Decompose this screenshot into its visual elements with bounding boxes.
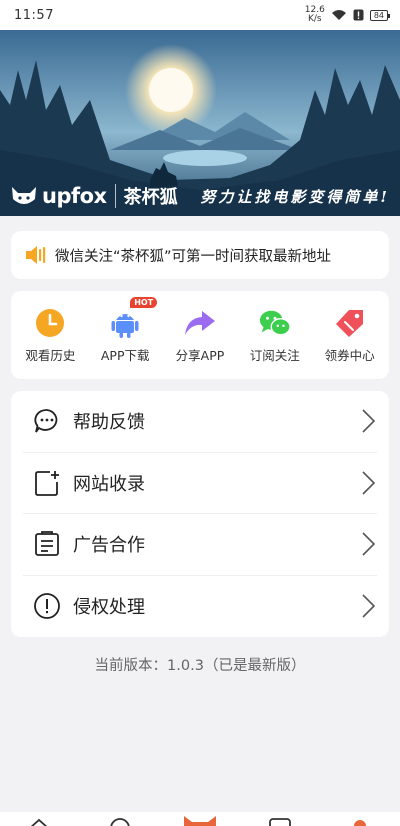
- menu-item-label: 帮助反馈: [73, 412, 145, 434]
- search-tab-icon[interactable]: [108, 816, 132, 826]
- network-speed: 12.6 K/s: [304, 5, 325, 24]
- home-tab-icon[interactable]: [28, 816, 50, 826]
- status-icons: 12.6 K/s 84: [304, 5, 391, 24]
- share-arrow-icon: [184, 307, 216, 339]
- quick-action-coupon[interactable]: 领券中心: [314, 307, 386, 364]
- quick-action-label: APP下载: [100, 347, 150, 363]
- settings-menu: 帮助反馈 网站收录 广告合作 侵权处理: [11, 391, 389, 637]
- quick-action-label: 订阅关注: [249, 347, 300, 363]
- chevron-right-icon: [362, 471, 376, 495]
- coupon-icon: [334, 307, 366, 339]
- status-time: 11:57: [14, 7, 54, 23]
- chevron-right-icon: [362, 532, 376, 556]
- brand-bar: upfox 茶杯狐 努力让找电影变得简单!: [0, 176, 400, 216]
- brand-slogan: 努力让找电影变得简单!: [200, 187, 390, 206]
- quick-actions: 观看历史 HOT APP下载 分享APP 订阅关注 领券中心: [11, 291, 389, 379]
- quick-action-download[interactable]: HOT APP下载: [89, 296, 161, 364]
- menu-item-help-feedback[interactable]: 帮助反馈: [23, 391, 377, 453]
- menu-item-ad-cooperation[interactable]: 广告合作: [23, 514, 377, 576]
- brand-name: upfox: [42, 184, 107, 208]
- menu-item-site-submit[interactable]: 网站收录: [23, 453, 377, 514]
- menu-item-infringement[interactable]: 侵权处理: [23, 576, 377, 638]
- bottom-tab-bar: [0, 812, 400, 826]
- notice-bar[interactable]: 微信关注“茶杯狐”可第一时间获取最新地址: [11, 231, 389, 279]
- quick-action-label: 分享APP: [175, 347, 225, 363]
- notice-text: 微信关注“茶杯狐”可第一时间获取最新地址: [55, 248, 332, 265]
- version-text: 当前版本：1.0.3（已是最新版）: [94, 658, 306, 674]
- menu-item-label: 侵权处理: [73, 597, 145, 619]
- android-icon: [109, 307, 141, 339]
- quick-action-subscribe[interactable]: 订阅关注: [239, 307, 311, 364]
- menu-item-label: 广告合作: [73, 535, 145, 557]
- tv-tab-icon[interactable]: [268, 816, 292, 826]
- clock-icon: [34, 307, 66, 339]
- add-page-icon: [33, 469, 61, 497]
- alert-icon: [353, 9, 364, 21]
- quick-action-history[interactable]: 观看历史: [14, 307, 86, 364]
- profile-tab-icon[interactable]: [350, 816, 370, 826]
- fox-tab-icon[interactable]: [182, 814, 218, 826]
- brand-logo: upfox: [10, 184, 107, 208]
- chevron-right-icon: [362, 594, 376, 618]
- speaker-icon: [26, 246, 46, 264]
- status-bar: 11:57 12.6 K/s 84: [0, 0, 400, 30]
- chat-bubble-icon: [33, 407, 61, 435]
- wechat-icon: [259, 307, 291, 339]
- document-icon: [33, 530, 61, 558]
- brand-divider: [114, 184, 116, 208]
- chevron-right-icon: [362, 409, 376, 433]
- brand-cn-name: 茶杯狐: [123, 187, 178, 208]
- menu-item-label: 网站收录: [73, 473, 145, 495]
- battery-indicator: 84: [369, 9, 391, 21]
- hero-banner[interactable]: upfox 茶杯狐 努力让找电影变得简单!: [0, 30, 400, 216]
- fox-logo-icon: [12, 187, 36, 204]
- quick-action-label: 领券中心: [324, 347, 375, 363]
- exclamation-circle-icon: [33, 592, 61, 620]
- quick-action-share[interactable]: 分享APP: [164, 307, 236, 364]
- wifi-icon: [331, 10, 346, 20]
- quick-action-label: 观看历史: [25, 347, 76, 363]
- hot-badge: HOT: [130, 296, 158, 308]
